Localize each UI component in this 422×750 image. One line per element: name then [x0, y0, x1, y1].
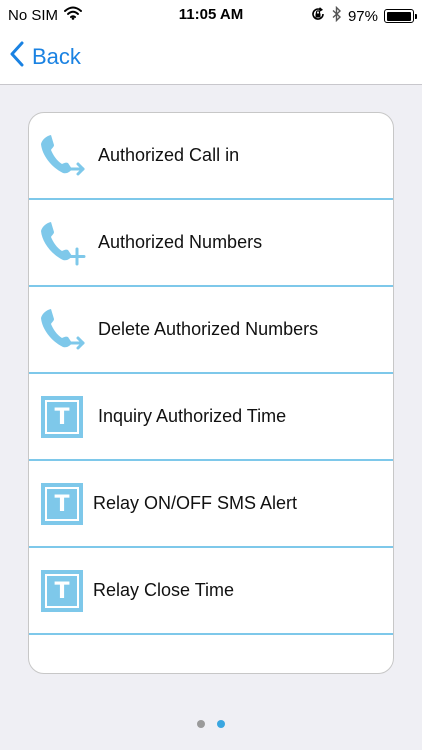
- chevron-left-icon: [10, 41, 24, 73]
- t-box-icon: T: [37, 392, 87, 442]
- page-indicator[interactable]: [0, 720, 422, 728]
- phone-arrow-icon: [37, 305, 87, 355]
- menu-item-delete-authorized-numbers[interactable]: Delete Authorized Numbers: [29, 287, 393, 374]
- menu-item-inquiry-authorized-time[interactable]: T Inquiry Authorized Time: [29, 374, 393, 461]
- menu-item-authorized-numbers[interactable]: Authorized Numbers: [29, 200, 393, 287]
- menu-item-label: Authorized Numbers: [98, 232, 263, 252]
- menu-card: Authorized Call in Authorized Numbers De…: [28, 112, 394, 674]
- t-box-icon: T: [37, 479, 87, 529]
- nav-bar: Back: [0, 30, 422, 85]
- bluetooth-icon: [332, 5, 342, 26]
- phone-arrow-icon: [37, 131, 87, 181]
- menu-item-authorized-call-in[interactable]: Authorized Call in: [29, 113, 393, 200]
- menu-item-label: Inquiry Authorized Time: [98, 406, 287, 426]
- menu-item-relay-sms-alert[interactable]: T Relay ON/OFF SMS Alert: [29, 461, 393, 548]
- battery-percent: 97%: [347, 7, 378, 25]
- status-bar: No SIM 11:05 AM 97%: [0, 0, 422, 30]
- page-dot-1[interactable]: [197, 720, 205, 728]
- rotation-lock-icon: [310, 6, 326, 26]
- menu-item-label: Relay ON/OFF SMS Alert: [93, 493, 298, 513]
- battery-fill: [386, 11, 411, 21]
- menu-item-label: Authorized Call in: [98, 145, 240, 165]
- back-label: Back: [32, 44, 81, 69]
- back-button[interactable]: Back: [10, 40, 81, 74]
- battery-icon: [384, 9, 417, 23]
- phone-plus-icon: [37, 218, 87, 268]
- t-box-icon: T: [37, 566, 87, 616]
- menu-item-label: Relay Close Time: [93, 580, 235, 600]
- menu-item-relay-close-time[interactable]: T Relay Close Time: [29, 548, 393, 635]
- status-right: 97%: [310, 5, 417, 26]
- menu-item-label: Delete Authorized Numbers: [98, 319, 319, 339]
- page-dot-2[interactable]: [217, 720, 225, 728]
